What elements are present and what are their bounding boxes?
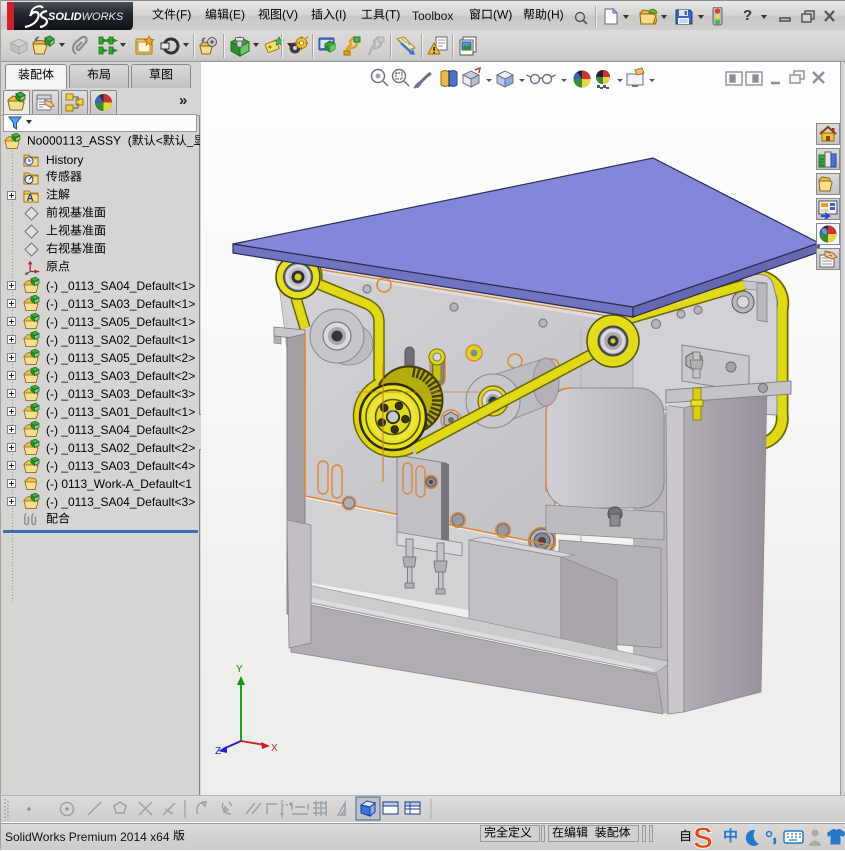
- svg-text:A: A: [27, 193, 34, 204]
- svg-text:X: X: [271, 743, 278, 754]
- svg-text:Z: Z: [215, 746, 221, 757]
- svg-text:Y: Y: [236, 664, 243, 675]
- svg-text:S: S: [693, 824, 713, 851]
